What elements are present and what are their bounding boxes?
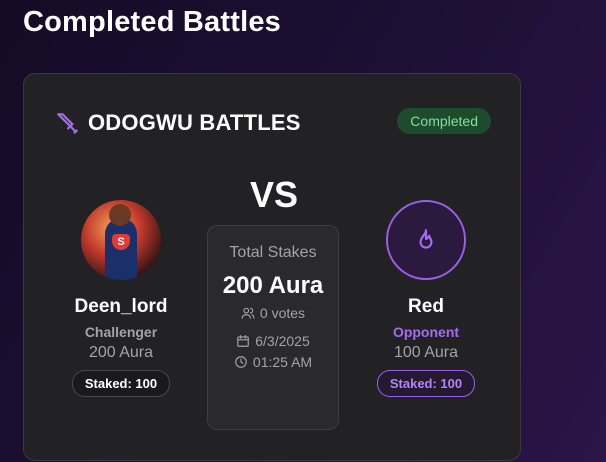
status-badge: Completed (397, 108, 491, 134)
challenger-name: Deen_lord (74, 296, 168, 317)
opponent-avatar[interactable] (386, 200, 466, 280)
challenger-staked-badge: Staked: 100 (71, 370, 171, 397)
opponent-panel: Red Opponent 100 Aura Staked: 100 (356, 200, 496, 397)
clock-icon (235, 356, 247, 368)
page-title: Completed Battles (23, 6, 281, 38)
users-icon (241, 307, 255, 319)
battle-title: ODOGWU BATTLES (88, 110, 301, 135)
challenger-aura: 200 Aura (88, 344, 154, 361)
challenger-avatar[interactable]: S (81, 200, 161, 280)
opponent-name: Red (408, 296, 444, 317)
sword-icon (54, 110, 80, 136)
battle-date: 6/3/2025 (255, 333, 310, 349)
challenger-panel: S Deen_lord Challenger 200 Aura Staked: … (51, 200, 191, 397)
opponent-role: Opponent (392, 324, 460, 340)
time-row: 01:25 AM (208, 354, 338, 370)
flame-icon (419, 229, 433, 249)
total-stakes-label: Total Stakes (229, 244, 317, 261)
opponent-aura: 100 Aura (393, 344, 459, 361)
votes-count: 0 votes (259, 305, 306, 321)
battle-header: ODOGWU BATTLES (54, 110, 301, 136)
date-row: 6/3/2025 (208, 333, 338, 349)
challenger-role: Challenger (84, 324, 158, 340)
total-stakes-panel: Total Stakes 200 Aura 0 votes 6/3/2025 0… (207, 225, 339, 430)
votes-row: 0 votes (208, 305, 338, 321)
battle-card[interactable]: ODOGWU BATTLES Completed VS S Deen_lord … (23, 73, 521, 461)
calendar-icon (237, 335, 250, 347)
opponent-staked-badge: Staked: 100 (376, 370, 476, 397)
total-stakes-value: 200 Aura (222, 272, 324, 299)
battle-time: 01:25 AM (252, 354, 313, 370)
vs-label: VS (250, 174, 299, 215)
